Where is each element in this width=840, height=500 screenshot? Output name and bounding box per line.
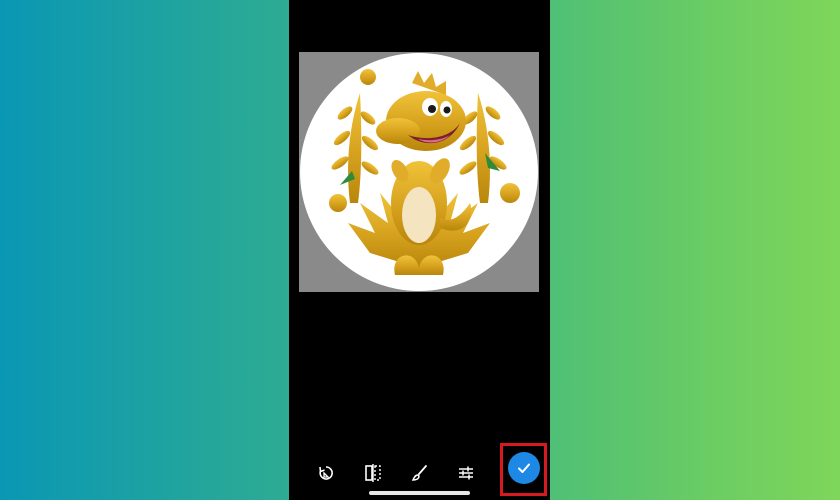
adjust-sliders-icon	[459, 466, 473, 480]
crop-area[interactable]	[299, 52, 539, 292]
brush-button[interactable]	[405, 458, 435, 488]
flip-button[interactable]	[358, 458, 388, 488]
home-indicator[interactable]	[369, 491, 470, 495]
confirm-highlight-box	[500, 443, 547, 496]
adjust-button[interactable]	[451, 458, 481, 488]
rotate-icon	[319, 466, 333, 480]
brush-icon	[411, 465, 427, 481]
dinosaur-illustration	[329, 69, 520, 275]
circular-crop-preview[interactable]	[300, 53, 538, 291]
phone-screen	[289, 0, 550, 500]
rotate-button[interactable]	[311, 458, 341, 488]
background-gradient	[0, 0, 840, 500]
flip-icon	[365, 464, 381, 482]
